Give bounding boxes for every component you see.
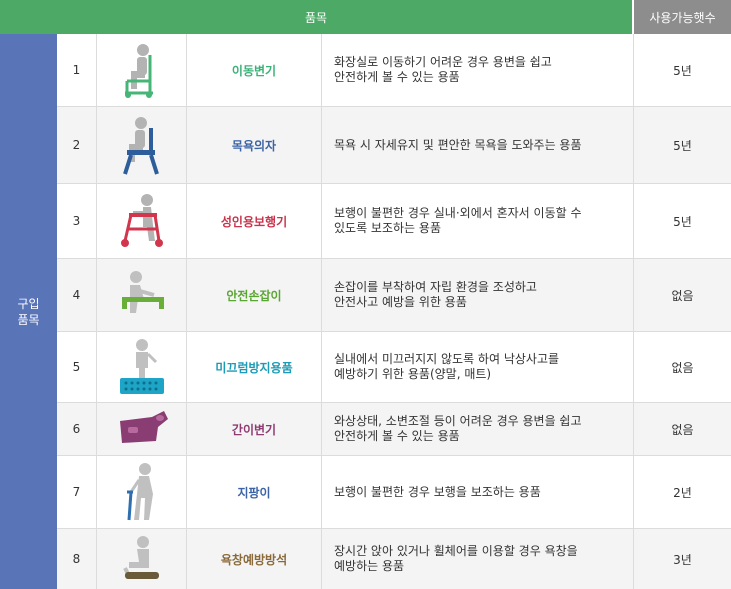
item-description: 와상상태, 소변조절 등이 어려운 경우 용변을 쉽고 안전하게 볼 수 있는 용… (322, 403, 634, 455)
row-number: 8 (57, 529, 97, 589)
row-number: 7 (57, 456, 97, 528)
item-description: 목욕 시 자세유지 및 편안한 목욕을 도와주는 용품 (322, 107, 634, 183)
item-name: 간이변기 (187, 403, 322, 455)
header-item: 품목 (0, 0, 632, 34)
item-name: 미끄럼방지용품 (187, 332, 322, 402)
safety-handle-icon (97, 259, 187, 331)
table-row: 7 지팡이 보행이 불편한 경우 보행을 보조하는 용품 2년 (57, 456, 731, 529)
item-years: 5년 (673, 63, 692, 78)
walker-icon (97, 184, 187, 258)
header-item-label: 품목 (304, 10, 328, 25)
item-years: 3년 (673, 552, 692, 567)
anti-slip-mat-icon (97, 332, 187, 402)
category-cell: 구입 품목 (0, 34, 57, 589)
row-number: 6 (57, 403, 97, 455)
row-number: 2 (57, 107, 97, 183)
item-description: 보행이 불편한 경우 실내·외에서 혼자서 이동할 수 있도록 보조하는 용품 (322, 184, 634, 258)
commode-chair-icon (97, 34, 187, 106)
cushion-icon (97, 529, 187, 589)
equipment-table: 품목 사용가능햇수 구입 품목 1 이동변기 화장실로 이동하기 어려운 경우 … (0, 0, 731, 589)
table-row: 5 미끄럼방지용품 실내에서 미끄러지지 않도록 하여 낙상사고를 예방하기 위한… (57, 332, 731, 403)
row-number: 5 (57, 332, 97, 402)
header-years: 사용가능햇수 (634, 0, 731, 34)
item-name: 욕창예방방석 (187, 529, 322, 589)
table-row: 6 간이변기 와상상태, 소변조절 등이 어려운 경우 용변을 쉽고 안전하게 볼… (57, 403, 731, 456)
cane-icon (97, 456, 187, 528)
item-description: 보행이 불편한 경우 보행을 보조하는 용품 (322, 456, 634, 528)
item-name: 지팡이 (187, 456, 322, 528)
item-name: 성인용보행기 (187, 184, 322, 258)
table-row: 4 안전손잡이 손잡이를 부착하여 자립 환경을 조성하고 안전사고 예방을 위한… (57, 259, 731, 332)
table-row: 3 성인용보행기 보행이 불편한 경우 실내·외에서 혼자서 이동할 수 있도록 … (57, 184, 731, 259)
item-description: 장시간 앉아 있거나 휠체어를 이용할 경우 욕창을 예방하는 용품 (322, 529, 634, 589)
item-years: 없음 (671, 288, 694, 303)
category-line1: 구입 (17, 296, 40, 311)
item-name: 목욕의자 (187, 107, 322, 183)
row-number: 1 (57, 34, 97, 106)
table-row: 2 목욕의자 목욕 시 자세유지 및 편안한 목욕을 도와주는 용품 5년 (57, 107, 731, 184)
item-years: 5년 (673, 138, 692, 153)
urinal-icon (97, 403, 187, 455)
item-name: 이동변기 (187, 34, 322, 106)
item-description: 손잡이를 부착하여 자립 환경을 조성하고 안전사고 예방을 위한 용품 (322, 259, 634, 331)
item-name: 안전손잡이 (187, 259, 322, 331)
table-row: 1 이동변기 화장실로 이동하기 어려운 경우 용변을 쉽고 안전하게 볼 수 있… (57, 34, 731, 107)
item-years: 없음 (671, 422, 694, 437)
table-row: 8 욕창예방방석 장시간 앉아 있거나 휠체어를 이용할 경우 욕창을 예방하는 … (57, 529, 731, 589)
item-description: 화장실로 이동하기 어려운 경우 용변을 쉽고 안전하게 볼 수 있는 용품 (322, 34, 634, 106)
item-years: 없음 (671, 360, 694, 375)
row-number: 3 (57, 184, 97, 258)
item-years: 5년 (673, 214, 692, 229)
item-description: 실내에서 미끄러지지 않도록 하여 낙상사고를 예방하기 위한 용품(양말, 매트… (322, 332, 634, 402)
header-years-label: 사용가능햇수 (649, 10, 716, 25)
bath-chair-icon (97, 107, 187, 183)
row-number: 4 (57, 259, 97, 331)
category-line2: 품목 (17, 312, 40, 327)
item-years: 2년 (673, 485, 692, 500)
